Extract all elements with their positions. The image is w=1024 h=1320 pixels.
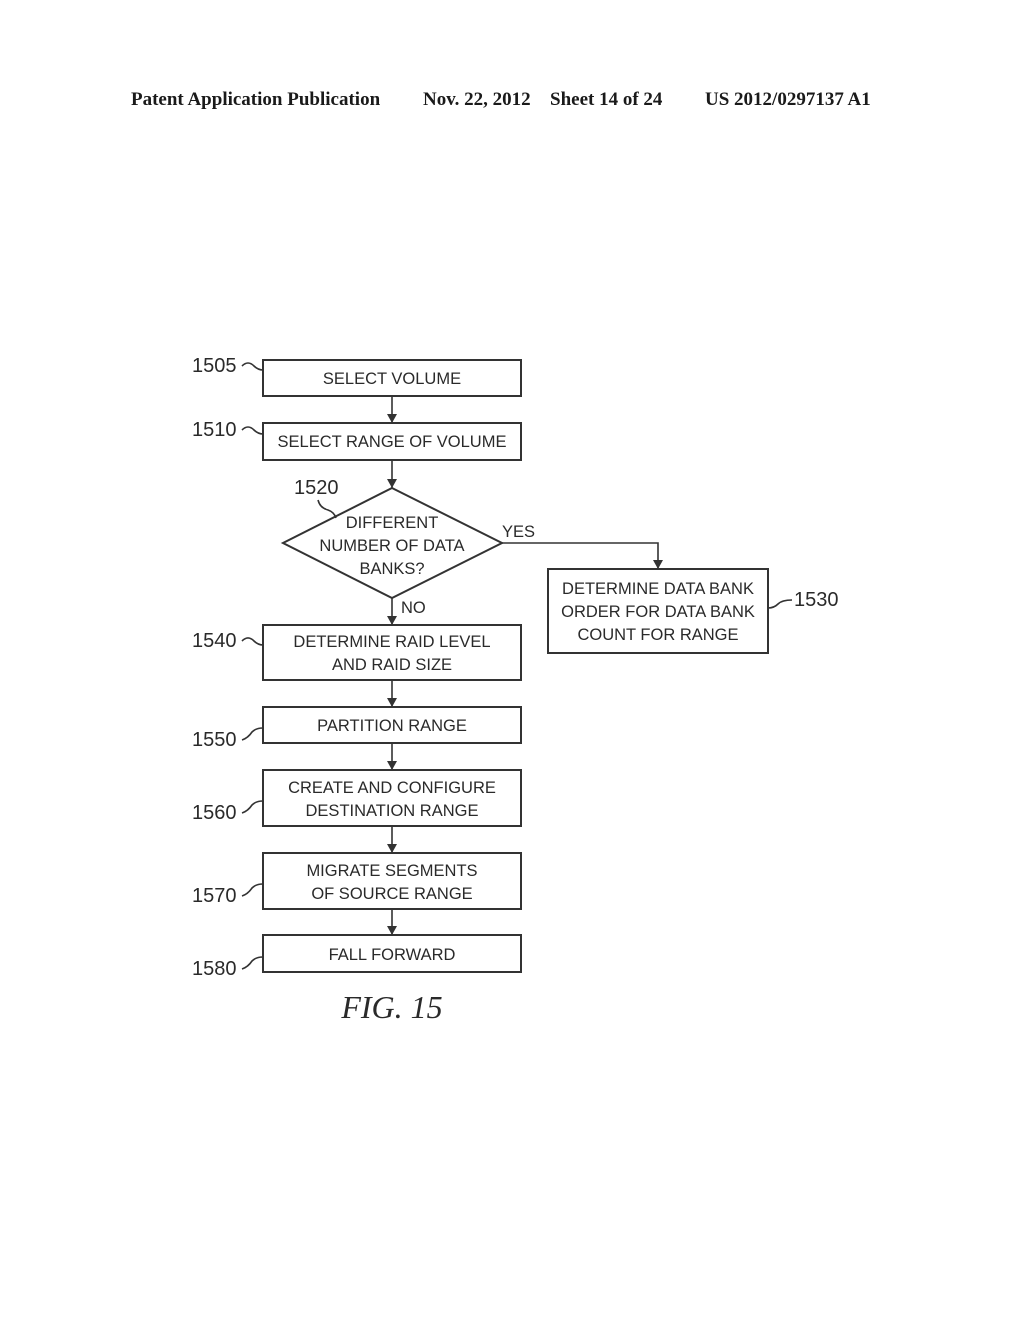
arrowhead: [387, 414, 397, 423]
reference-numeral: 1505: [192, 355, 237, 377]
leader-line: [241, 727, 264, 741]
arrowhead: [653, 560, 663, 569]
reference-numeral: 1560: [192, 802, 237, 824]
step-text: MIGRATE SEGMENTS: [306, 862, 477, 880]
step-1540: DETERMINE RAID LEVEL AND RAID SIZE 1540: [192, 624, 522, 681]
step-1510: SELECT RANGE OF VOLUME 1510: [192, 419, 522, 461]
figure-label: FIG. 15: [340, 989, 442, 1025]
arrowhead: [387, 479, 397, 488]
reference-numeral: 1570: [192, 885, 237, 907]
step-1560: CREATE AND CONFIGURE DESTINATION RANGE 1…: [192, 769, 522, 827]
step-text: DETERMINE RAID LEVEL: [293, 633, 490, 651]
leader-line: [241, 426, 264, 435]
step-1570: MIGRATE SEGMENTS OF SOURCE RANGE 1570: [192, 852, 522, 910]
yes-label: YES: [502, 523, 535, 541]
step-text: PARTITION RANGE: [317, 717, 467, 735]
reference-numeral: 1540: [192, 630, 237, 652]
decision-text: DIFFERENT: [346, 514, 439, 532]
step-text: COUNT FOR RANGE: [577, 626, 738, 644]
no-label: NO: [401, 599, 426, 617]
step-text: ORDER FOR DATA BANK: [561, 603, 755, 621]
arrowhead: [387, 926, 397, 935]
step-text: SELECT VOLUME: [323, 370, 461, 388]
flowchart: SELECT VOLUME 1505 SELECT RANGE OF VOLUM…: [192, 355, 839, 1025]
step-text: SELECT RANGE OF VOLUME: [278, 433, 507, 451]
leader-line: [241, 800, 264, 814]
decision-text: BANKS?: [359, 560, 424, 578]
step-1550: PARTITION RANGE 1550: [192, 706, 522, 751]
reference-numeral: 1510: [192, 419, 237, 441]
decision-text: NUMBER OF DATA: [319, 537, 464, 555]
reference-numeral: 1520: [294, 477, 339, 499]
reference-numeral: 1550: [192, 729, 237, 751]
step-text: DETERMINE DATA BANK: [562, 580, 754, 598]
step-1530: DETERMINE DATA BANK ORDER FOR DATA BANK …: [547, 568, 839, 654]
reference-numeral: 1580: [192, 958, 237, 980]
leader-line: [241, 362, 264, 371]
step-1580: FALL FORWARD 1580: [192, 934, 522, 980]
arrowhead: [387, 698, 397, 707]
step-text: AND RAID SIZE: [332, 656, 452, 674]
decision-1520: DIFFERENT NUMBER OF DATA BANKS? 1520 YES…: [280, 477, 535, 617]
arrowhead: [387, 844, 397, 853]
step-1505: SELECT VOLUME 1505: [192, 355, 522, 397]
arrow-yes-1530: [502, 542, 659, 569]
leader-line: [241, 883, 264, 897]
step-text: CREATE AND CONFIGURE: [288, 779, 496, 797]
leader-line: [767, 599, 793, 609]
leader-line: [241, 956, 264, 970]
step-text: OF SOURCE RANGE: [311, 885, 472, 903]
leader-line: [241, 637, 264, 646]
step-text: FALL FORWARD: [329, 946, 456, 964]
step-text: DESTINATION RANGE: [306, 802, 479, 820]
reference-numeral: 1530: [794, 589, 839, 611]
leader-line: [317, 499, 337, 519]
arrowhead: [387, 761, 397, 770]
arrowhead: [387, 616, 397, 625]
